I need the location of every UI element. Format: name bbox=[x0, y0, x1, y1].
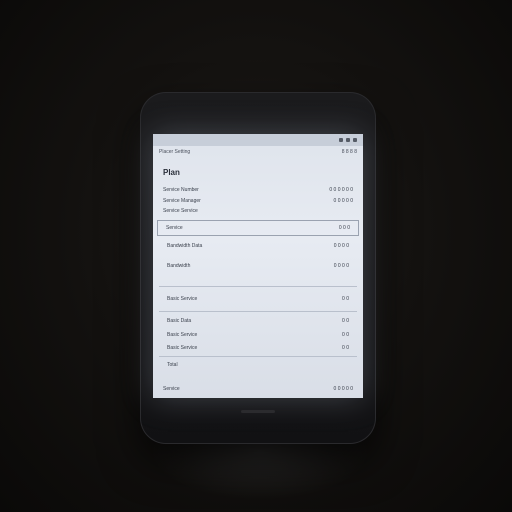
list-item: Basic Service 0 0 bbox=[153, 289, 363, 309]
row-value: 0 0 bbox=[342, 318, 349, 324]
page-title: Plan bbox=[163, 168, 180, 177]
row-label: Service Number bbox=[163, 187, 199, 193]
row-label: Basic Service bbox=[167, 332, 198, 338]
list-item: Basic Service 0 0 bbox=[153, 342, 363, 354]
row-value: 0 0 bbox=[342, 296, 349, 302]
list-item: Total bbox=[153, 359, 363, 371]
divider bbox=[159, 311, 357, 312]
list-item: Service Manager 0 0 0 0 0 bbox=[153, 198, 363, 204]
row-label: Total bbox=[167, 362, 178, 368]
status-bar bbox=[153, 134, 363, 146]
home-indicator[interactable] bbox=[241, 410, 275, 413]
row-label: Basic Service bbox=[167, 345, 198, 351]
divider bbox=[159, 286, 357, 287]
bottom-bar: Service 0 0 0 0 0 bbox=[153, 386, 363, 392]
footer-right-text[interactable]: 0 0 0 0 0 bbox=[334, 386, 353, 392]
row-value: 0 0 bbox=[342, 332, 349, 338]
selected-row[interactable]: Service 0 0 0 bbox=[157, 220, 359, 236]
row-label: Bandwidth Data bbox=[167, 243, 203, 249]
row-label: Service Service bbox=[163, 208, 198, 214]
row-label: Basic Data bbox=[167, 318, 192, 324]
list-item: Service Service bbox=[153, 208, 363, 214]
row-value: 0 0 0 0 0 0 bbox=[329, 187, 353, 193]
row-label: Basic Service bbox=[167, 296, 198, 302]
floor-reflection bbox=[150, 440, 370, 500]
row-label: Service Manager bbox=[163, 198, 201, 204]
row-value: 0 0 0 0 bbox=[333, 263, 349, 269]
list-item: Basic Data 0 0 bbox=[153, 314, 363, 328]
top-bar: Placer Setting 8 8 8 8 bbox=[153, 146, 363, 158]
row-label: Service bbox=[166, 225, 183, 231]
list-item: Service Number 0 0 0 0 0 0 bbox=[153, 187, 363, 193]
row-label: Bandwidth bbox=[167, 263, 191, 269]
row-value: 0 0 0 bbox=[338, 225, 350, 231]
list-item: Bandwidth 0 0 0 0 bbox=[153, 256, 363, 276]
row-value: 0 0 0 0 bbox=[333, 243, 349, 249]
topbar-right-text[interactable]: 8 8 8 8 bbox=[342, 149, 357, 155]
list-item: Basic Service 0 0 bbox=[153, 328, 363, 342]
topbar-left-text[interactable]: Placer Setting bbox=[159, 149, 190, 155]
footer-left-text[interactable]: Service bbox=[163, 386, 180, 392]
phone-device: Placer Setting 8 8 8 8 Plan Service Numb… bbox=[140, 92, 376, 444]
wifi-icon bbox=[346, 138, 350, 142]
row-value: 0 0 bbox=[342, 345, 349, 351]
list-item: Bandwidth Data 0 0 0 0 bbox=[153, 236, 363, 256]
divider bbox=[159, 356, 357, 357]
row-value: 0 0 0 0 0 bbox=[333, 198, 353, 204]
signal-icon bbox=[339, 138, 343, 142]
phone-screen: Placer Setting 8 8 8 8 Plan Service Numb… bbox=[153, 134, 363, 398]
battery-icon bbox=[353, 138, 357, 142]
